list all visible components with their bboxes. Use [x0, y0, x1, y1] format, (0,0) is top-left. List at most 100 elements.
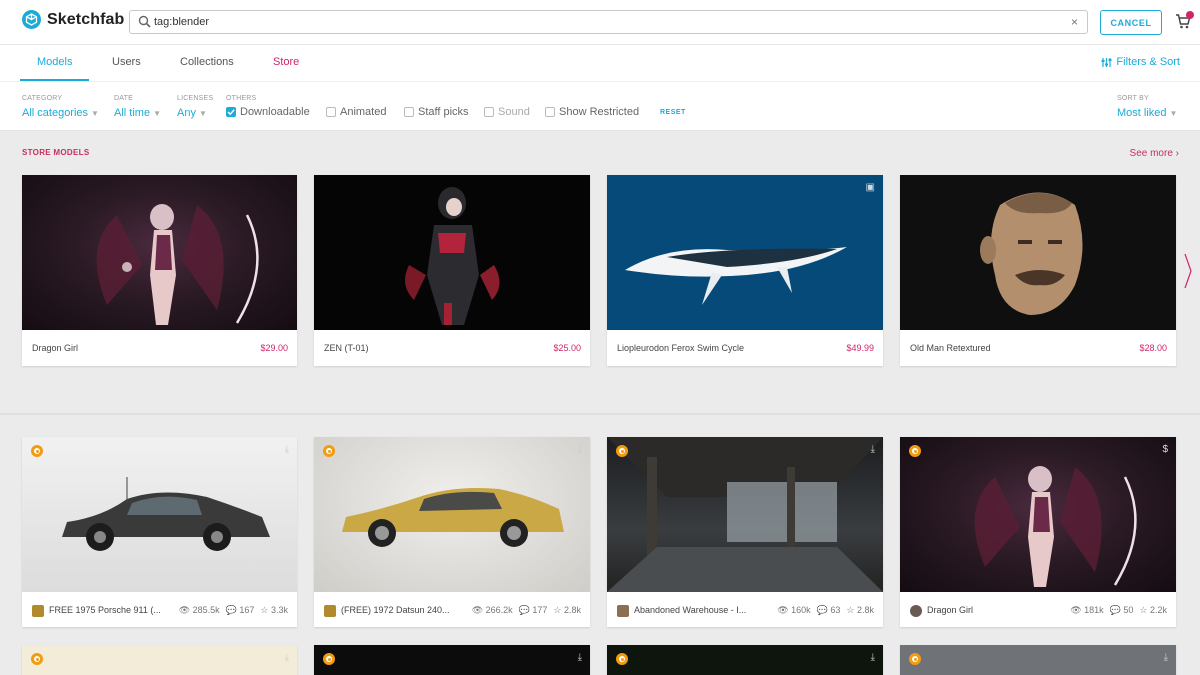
download-icon[interactable]: ⤓: [871, 444, 875, 455]
model-thumbnail[interactable]: $: [900, 437, 1176, 592]
close-icon[interactable]: ×: [1071, 15, 1078, 29]
date-value: All time: [114, 107, 151, 119]
sort-dropdown[interactable]: Most liked ▼: [1117, 107, 1177, 119]
store-card[interactable]: ▣ Liopleurodon Ferox Swim Cycle $49.99: [607, 175, 883, 366]
model-card[interactable]: ⤓: [607, 645, 883, 675]
tab-store[interactable]: Store: [273, 56, 299, 68]
model-title[interactable]: (FREE) 1972 Datsun 240...: [341, 605, 450, 615]
model-title[interactable]: Abandoned Warehouse - I...: [634, 605, 746, 615]
eye-icon: 👁 160k: [777, 605, 811, 615]
date-label: DATE: [114, 95, 133, 102]
comments-count: 177: [532, 605, 548, 615]
avatar[interactable]: [324, 605, 336, 617]
comment-icon: 💬 177: [518, 605, 548, 615]
download-icon[interactable]: ⤓: [1164, 652, 1168, 663]
model-card[interactable]: ⤓ FREE 1975 Porsche 911 (... 👁 285.5k 💬 …: [22, 437, 297, 627]
comment-icon: 💬 167: [225, 605, 255, 615]
eye-icon: 👁 285.5k: [178, 605, 220, 615]
download-icon[interactable]: ⤓: [871, 652, 875, 663]
section-divider: [0, 413, 1200, 415]
liopleurodon-figure: [625, 247, 847, 305]
dragon-girl-figure: [96, 204, 259, 325]
store-card[interactable]: Dragon Girl $29.00: [22, 175, 297, 366]
likes-count: 2.8k: [856, 605, 874, 615]
model-stats: 👁 266.2k 💬 177 ☆ 2.8k: [472, 605, 581, 616]
avatar[interactable]: [617, 605, 629, 617]
licenses-dropdown[interactable]: Any ▼: [177, 107, 207, 119]
sliders-icon: [1101, 57, 1112, 67]
animated-label: Animated: [340, 106, 387, 118]
likes-count: 2.2k: [1149, 605, 1167, 615]
chevron-down-icon: ▼: [1169, 109, 1178, 118]
downloadable-checkbox[interactable]: Downloadable: [226, 106, 310, 118]
filters-sort-button[interactable]: Filters & Sort: [1101, 56, 1180, 68]
sound-checkbox[interactable]: Sound: [484, 106, 530, 118]
warehouse-figure: [607, 437, 883, 592]
model-card[interactable]: ⤓: [900, 645, 1176, 675]
staff-pick-badge-icon: [616, 653, 628, 665]
date-dropdown[interactable]: All time ▼: [114, 107, 161, 119]
category-dropdown[interactable]: All categories ▼: [22, 107, 99, 119]
model-thumbnail[interactable]: [900, 175, 1176, 330]
chevron-right-icon[interactable]: [1183, 252, 1193, 290]
comment-icon: 💬 50: [1109, 605, 1134, 615]
tab-users[interactable]: Users: [112, 56, 141, 68]
old-man-figure: [980, 192, 1083, 315]
store-card[interactable]: Old Man Retextured $28.00: [900, 175, 1176, 366]
porsche-figure: [62, 477, 270, 551]
avatar[interactable]: [32, 605, 44, 617]
cancel-button[interactable]: CANCEL: [1100, 10, 1162, 35]
model-title[interactable]: Dragon Girl: [927, 605, 973, 615]
sketchfab-logo[interactable]: Sketchfab: [22, 10, 124, 29]
download-icon[interactable]: ⤓: [285, 444, 289, 455]
model-card[interactable]: ⤓: [314, 645, 590, 675]
download-icon[interactable]: ⤓: [285, 652, 289, 663]
model-card[interactable]: $ Dragon Girl 👁 181k 💬 50 ☆ 2.2k: [900, 437, 1176, 627]
model-title[interactable]: FREE 1975 Porsche 911 (...: [49, 605, 161, 615]
model-thumbnail[interactable]: ⤓: [607, 437, 883, 592]
store-card[interactable]: ZEN (T-01) $25.00: [314, 175, 590, 366]
zen-figure: [405, 187, 500, 325]
sort-label: SORT BY: [1117, 95, 1149, 102]
chevron-down-icon: ▼: [91, 109, 99, 118]
brand-name: Sketchfab: [47, 10, 125, 28]
checkbox-box: [404, 107, 414, 117]
download-icon[interactable]: ⤓: [578, 444, 582, 455]
show-restricted-checkbox[interactable]: Show Restricted: [545, 106, 639, 118]
model-card[interactable]: ⤓: [22, 645, 297, 675]
staff-pick-badge-icon: [909, 653, 921, 665]
likes-count: 2.8k: [563, 605, 581, 615]
store-item-title[interactable]: ZEN (T-01): [324, 343, 369, 353]
star-icon: ☆ 3.3k: [260, 605, 288, 615]
cart-badge: [1186, 11, 1194, 19]
download-icon[interactable]: ⤓: [578, 652, 582, 663]
downloadable-label: Downloadable: [240, 106, 310, 118]
model-thumbnail[interactable]: ⤓: [314, 437, 590, 592]
others-label: OTHERS: [226, 95, 257, 102]
model-stats: 👁 181k 💬 50 ☆ 2.2k: [1070, 605, 1167, 616]
store-item-title[interactable]: Liopleurodon Ferox Swim Cycle: [617, 343, 744, 353]
model-card[interactable]: ⤓ (FREE) 1972 Datsun 240... 👁 266.2k 💬 1…: [314, 437, 590, 627]
tab-models[interactable]: Models: [37, 56, 72, 68]
store-item-price: $28.00: [1139, 343, 1167, 353]
see-more-link[interactable]: See more ›: [1130, 148, 1179, 159]
search-input[interactable]: tag:blender ×: [129, 10, 1088, 34]
store-item-price: $49.99: [846, 343, 874, 353]
animated-checkbox[interactable]: Animated: [326, 106, 386, 118]
staff-picks-checkbox[interactable]: Staff picks: [404, 106, 469, 118]
model-thumbnail[interactable]: [22, 175, 297, 330]
store-item-title[interactable]: Old Man Retextured: [910, 343, 991, 353]
star-icon: ☆ 2.8k: [846, 605, 874, 615]
model-thumbnail[interactable]: ⤓: [22, 437, 297, 592]
model-card[interactable]: ⤓ Abandoned Warehouse - I... 👁 160k 💬 63…: [607, 437, 883, 627]
avatar[interactable]: [910, 605, 922, 617]
reset-button[interactable]: RESET: [660, 109, 686, 116]
model-thumbnail[interactable]: ▣: [607, 175, 883, 330]
store-section-title: STORE MODELS: [22, 148, 90, 157]
eye-icon: 👁 266.2k: [471, 605, 513, 615]
tab-collections[interactable]: Collections: [180, 56, 234, 68]
store-item-title[interactable]: Dragon Girl: [32, 343, 78, 353]
model-thumbnail[interactable]: [314, 175, 590, 330]
staff-pick-badge-icon: [323, 445, 335, 457]
checkmark-icon: [226, 107, 236, 117]
